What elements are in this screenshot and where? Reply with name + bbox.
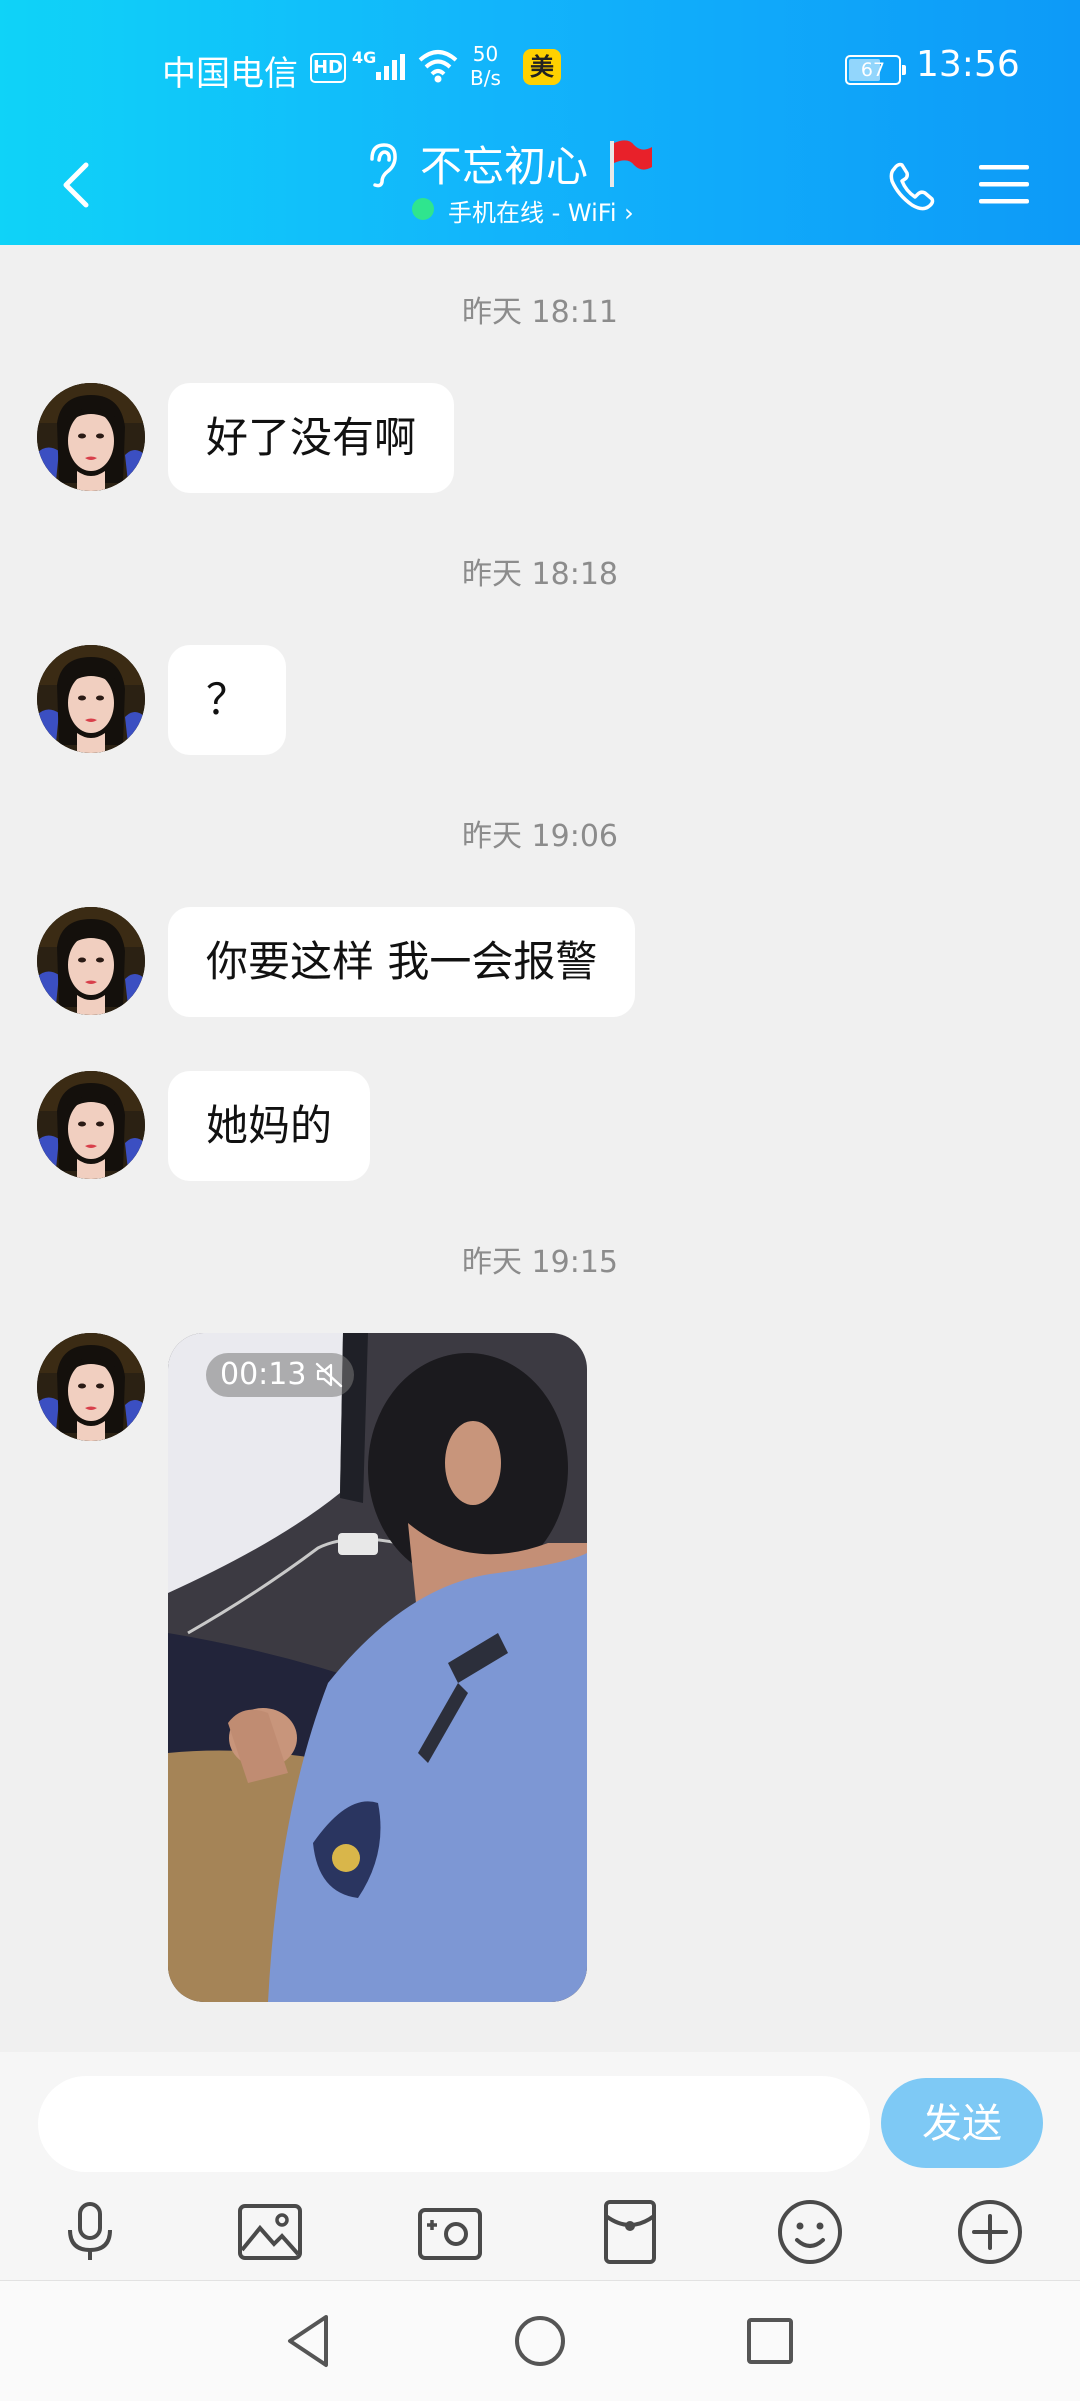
video-thumbnail: [168, 1333, 587, 2002]
image-icon[interactable]: [230, 2192, 310, 2272]
video-duration-label: 00:13: [220, 1357, 307, 1392]
meituan-notification-icon: 美: [523, 49, 561, 85]
video-message[interactable]: 00:13: [168, 1333, 587, 2002]
avatar[interactable]: [37, 383, 145, 491]
ear-icon[interactable]: [362, 141, 402, 189]
avatar-image: [37, 383, 145, 491]
back-arrow-icon[interactable]: [48, 145, 108, 225]
network-speed: 50 B/s: [470, 42, 501, 90]
carrier-label: 中国电信: [162, 54, 298, 94]
red-flag-icon: [610, 140, 652, 187]
chevron-right-icon: ›: [624, 199, 634, 227]
avatar[interactable]: [37, 645, 145, 753]
online-status[interactable]: 手机在线 - WiFi ›: [448, 193, 634, 228]
nav-recents-icon[interactable]: [730, 2301, 810, 2381]
timestamp: 昨天 18:11: [462, 295, 618, 330]
contact-name[interactable]: 不忘初心: [420, 133, 588, 194]
network-type: 4G: [352, 48, 377, 67]
speed-unit: B/s: [470, 66, 501, 90]
status-bar: 中国电信 HD 4G 50 B/s 美 67 13:56: [0, 0, 1080, 135]
system-nav-bar: [0, 2280, 1080, 2401]
menu-icon[interactable]: [975, 145, 1035, 225]
signal-icon: [376, 54, 405, 80]
red-packet-icon[interactable]: [590, 2192, 670, 2272]
avatar[interactable]: [37, 907, 145, 1015]
microphone-icon[interactable]: [50, 2192, 130, 2272]
plus-icon[interactable]: [950, 2192, 1030, 2272]
avatar-image: [37, 907, 145, 1015]
timestamp: 昨天 19:06: [462, 819, 618, 854]
message-list[interactable]: 昨天 18:11 好了没有啊 昨天 18:18 ？ 昨天 19:06 你要这样 …: [0, 245, 1080, 2045]
message-bubble[interactable]: 你要这样 我一会报警: [168, 907, 636, 1017]
message-bubble[interactable]: 她妈的: [168, 1071, 371, 1181]
message-bubble[interactable]: ？: [168, 645, 287, 755]
title-bar: 不忘初心 手机在线 - WiFi ›: [0, 135, 1080, 245]
hd-badge: HD: [310, 53, 346, 83]
nav-home-icon[interactable]: [500, 2301, 580, 2381]
phone-icon[interactable]: [880, 145, 940, 225]
video-duration: 00:13: [206, 1353, 355, 1397]
avatar[interactable]: [37, 1071, 145, 1179]
avatar-image: [37, 645, 145, 753]
message-bubble[interactable]: 好了没有啊: [168, 383, 455, 493]
muted-icon[interactable]: [314, 1361, 344, 1389]
online-status-label: 手机在线 - WiFi: [448, 199, 617, 227]
input-area: 发送: [0, 2052, 1080, 2280]
send-button[interactable]: 发送: [881, 2078, 1043, 2168]
avatar-image: [37, 1333, 145, 1441]
camera-icon[interactable]: [410, 2192, 490, 2272]
online-status-dot: [412, 198, 434, 220]
emoji-icon[interactable]: [770, 2192, 850, 2272]
battery-tip: [902, 65, 906, 75]
message-input[interactable]: [38, 2076, 870, 2172]
battery-icon: 67: [845, 55, 906, 85]
nav-back-icon[interactable]: [270, 2301, 350, 2381]
avatar-image: [37, 1071, 145, 1179]
speed-value: 50: [472, 42, 499, 66]
app-header: 中国电信 HD 4G 50 B/s 美 67 13:56 不忘初心 手机在线 -…: [0, 0, 1080, 245]
avatar[interactable]: [37, 1333, 145, 1441]
battery-percent: 67: [860, 59, 886, 81]
timestamp: 昨天 19:15: [462, 1245, 618, 1280]
wifi-icon: [418, 50, 458, 83]
clock: 13:56: [916, 44, 1020, 85]
timestamp: 昨天 18:18: [462, 557, 618, 592]
